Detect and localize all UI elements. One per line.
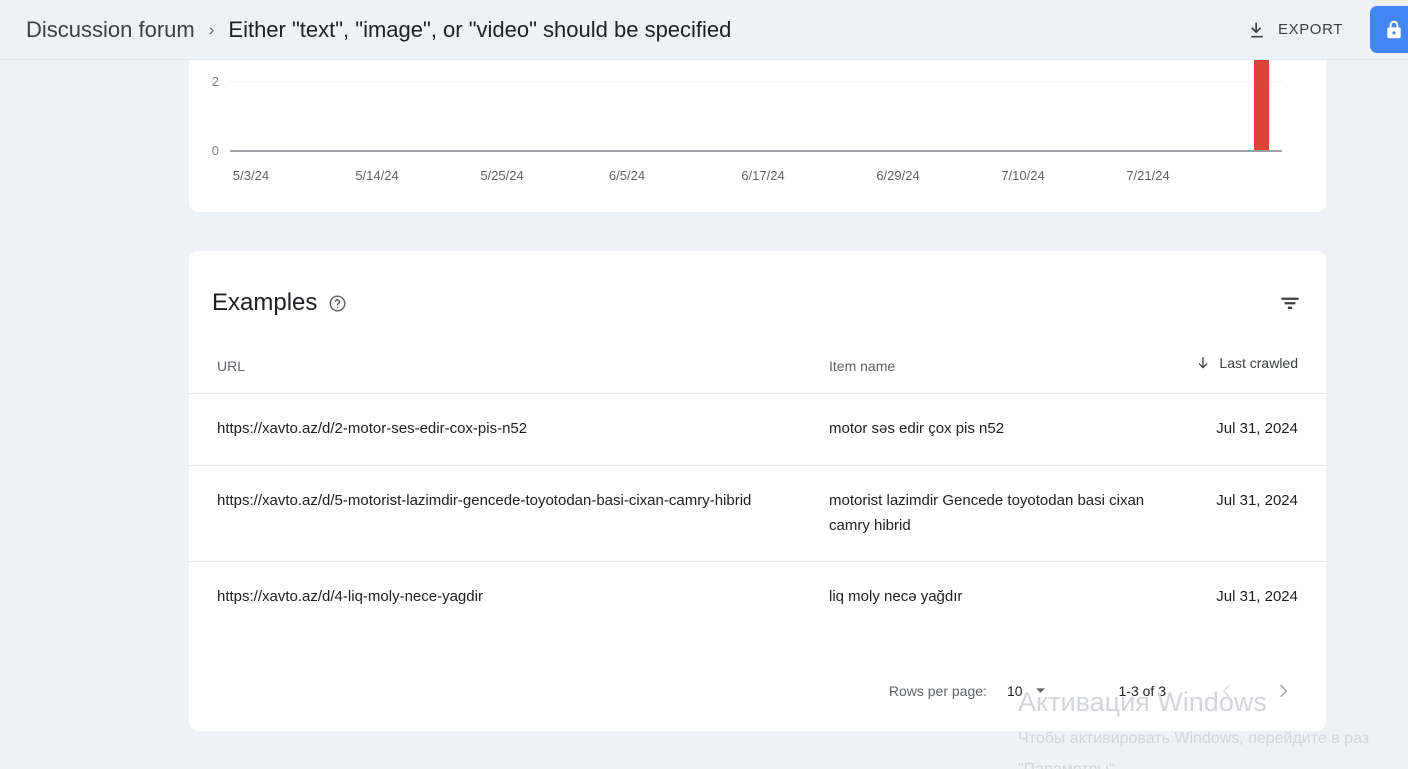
x-axis-tick: 7/10/24 bbox=[1001, 168, 1045, 183]
sort-control[interactable]: Last crawled bbox=[1159, 355, 1298, 371]
rows-per-page-select[interactable]: 10 bbox=[1007, 683, 1046, 699]
chevron-right-icon bbox=[1275, 683, 1291, 699]
cell-last-crawled: Jul 31, 2024 bbox=[1159, 393, 1326, 466]
cell-last-crawled: Jul 31, 2024 bbox=[1159, 464, 1326, 562]
lock-icon bbox=[1382, 18, 1406, 42]
examples-header: Examples bbox=[189, 251, 1326, 355]
chevron-right-icon: › bbox=[208, 20, 215, 39]
page-header: Discussion forum › Either "text", "image… bbox=[0, 0, 1408, 60]
lock-button[interactable] bbox=[1370, 6, 1408, 53]
chart-gridline bbox=[230, 81, 1282, 82]
examples-table: URL Item name Last crawled https://xavto… bbox=[189, 355, 1326, 633]
pagination-range: 1-3 of 3 bbox=[1118, 682, 1166, 699]
column-header-last-crawled-label: Last crawled bbox=[1219, 355, 1298, 371]
export-button[interactable]: EXPORT bbox=[1237, 14, 1353, 46]
cell-url[interactable]: https://xavto.az/d/5-motorist-lazimdir-g… bbox=[189, 464, 829, 562]
examples-card: Examples URL Item name Last crawled http… bbox=[189, 251, 1326, 731]
header-actions: EXPORT bbox=[1237, 6, 1408, 53]
chevron-down-icon bbox=[1035, 687, 1046, 694]
pagination: Rows per page: 10 1-3 of 3 bbox=[189, 650, 1326, 731]
cell-url[interactable]: https://xavto.az/d/4-liq-moly-nece-yagdi… bbox=[189, 561, 829, 633]
bar-chart: 2 0 5/3/24 5/14/24 5/25/24 6/5/24 6/17/2… bbox=[189, 60, 1326, 212]
chart-baseline bbox=[230, 150, 1282, 152]
table-header-row: URL Item name Last crawled bbox=[189, 355, 1326, 394]
help-circle-icon[interactable] bbox=[328, 294, 347, 313]
chevron-left-icon bbox=[1219, 683, 1235, 699]
column-header-item-name[interactable]: Item name bbox=[829, 355, 1159, 394]
x-axis-tick: 5/14/24 bbox=[355, 168, 399, 183]
cell-url[interactable]: https://xavto.az/d/2-motor-ses-edir-cox-… bbox=[189, 393, 829, 466]
rows-per-page-label: Rows per page: bbox=[888, 682, 987, 699]
download-icon bbox=[1247, 20, 1267, 40]
page-title: Either "text", "image", or "video" shoul… bbox=[228, 16, 732, 42]
examples-title-group: Examples bbox=[212, 289, 1277, 317]
filter-icon[interactable] bbox=[1277, 290, 1303, 316]
cell-item-name: motor səs edir çox pis n52 bbox=[829, 393, 1159, 466]
examples-title: Examples bbox=[212, 289, 318, 316]
table-header: URL Item name Last crawled bbox=[189, 355, 1326, 394]
breadcrumb-root-link[interactable]: Discussion forum bbox=[26, 17, 195, 43]
column-header-url[interactable]: URL bbox=[189, 355, 829, 394]
arrow-down-icon bbox=[1195, 355, 1211, 371]
x-axis-tick: 7/21/24 bbox=[1126, 168, 1170, 183]
impressions-chart-card: 2 0 5/3/24 5/14/24 5/25/24 6/5/24 6/17/2… bbox=[189, 60, 1326, 212]
x-axis-tick: 6/17/24 bbox=[741, 168, 785, 183]
y-axis-tick-2: 2 bbox=[211, 74, 219, 89]
cell-item-name: liq moly necə yağdır bbox=[829, 561, 1159, 633]
table-row[interactable]: https://xavto.az/d/5-motorist-lazimdir-g… bbox=[189, 464, 1326, 562]
table-row[interactable]: https://xavto.az/d/4-liq-moly-nece-yagdi… bbox=[189, 561, 1326, 633]
table-body: https://xavto.az/d/2-motor-ses-edir-cox-… bbox=[189, 393, 1326, 633]
previous-page-button[interactable] bbox=[1207, 671, 1247, 711]
chart-bar[interactable] bbox=[1254, 60, 1269, 150]
y-axis-tick-0: 0 bbox=[211, 143, 219, 158]
rows-per-page-value: 10 bbox=[1006, 682, 1023, 699]
cell-last-crawled: Jul 31, 2024 bbox=[1159, 561, 1326, 633]
x-axis-tick: 6/29/24 bbox=[876, 168, 920, 183]
watermark-line-2: "Параметры". bbox=[1018, 757, 1408, 769]
next-page-button[interactable] bbox=[1263, 671, 1303, 711]
x-axis-tick: 5/25/24 bbox=[480, 168, 524, 183]
cell-item-name: motorist lazimdir Gencede toyotodan basi… bbox=[829, 464, 1159, 562]
export-label: EXPORT bbox=[1277, 21, 1343, 38]
column-header-last-crawled[interactable]: Last crawled bbox=[1159, 355, 1326, 394]
x-axis-tick: 6/5/24 bbox=[608, 168, 646, 183]
x-axis-tick: 5/3/24 bbox=[232, 168, 270, 183]
breadcrumb: Discussion forum › Either "text", "image… bbox=[0, 17, 1237, 43]
table-row[interactable]: https://xavto.az/d/2-motor-ses-edir-cox-… bbox=[189, 393, 1326, 466]
